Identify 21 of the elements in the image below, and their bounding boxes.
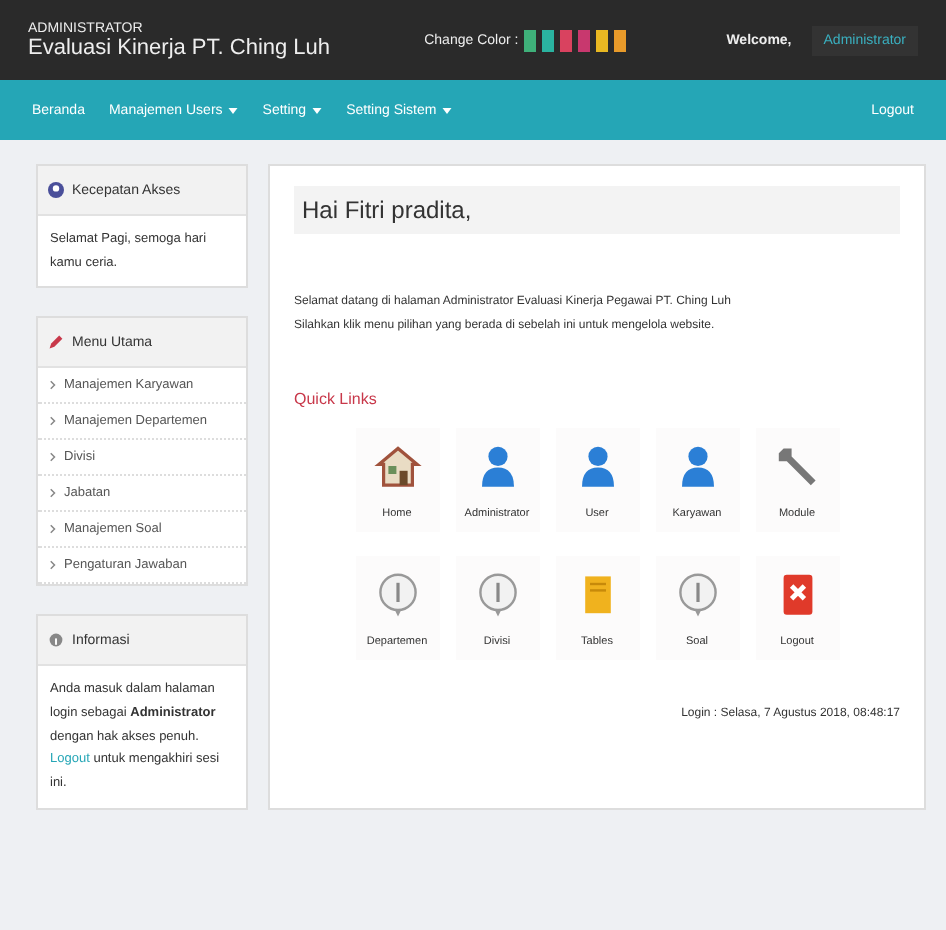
chevron-icon [50,452,56,463]
info-icon [48,632,64,649]
chevron-icon [50,560,56,571]
greeting-heading: Hai Fitri pradita, [294,186,900,234]
chevron-icon [50,416,56,427]
color-swatch[interactable] [524,29,537,51]
color-swatch[interactable] [614,29,627,51]
color-swatch[interactable] [578,29,591,51]
user-icon [48,182,64,198]
color-swatch[interactable] [542,29,555,51]
info-icon [473,568,521,620]
section-title: Quick Links [294,390,379,408]
color-swatch[interactable] [560,29,573,51]
chevron-icon [50,488,56,499]
color-swatch[interactable] [596,29,609,51]
app-title: Evaluasi Kinerja PT. Ching Luh [28,35,331,59]
chevron-icon [50,524,56,535]
info-icon [673,568,721,620]
chevron-icon [50,380,56,391]
info-icon [373,568,421,620]
pencil-icon [48,334,64,351]
